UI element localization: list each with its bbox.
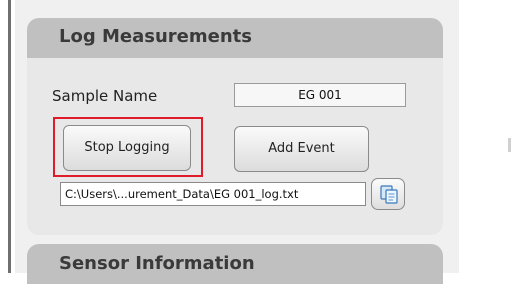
- add-event-button[interactable]: Add Event: [234, 126, 369, 172]
- log-file-path-field[interactable]: C:\Users\...urement_Data\EG 001_log.txt: [60, 182, 366, 206]
- right-pane: [459, 0, 515, 273]
- sensor-information-title: Sensor Information: [59, 253, 255, 274]
- copy-icon: [380, 185, 398, 204]
- left-divider: [8, 0, 11, 273]
- sample-name-label: Sample Name: [52, 87, 158, 105]
- stop-logging-button[interactable]: Stop Logging: [63, 125, 191, 171]
- copy-path-button[interactable]: [371, 178, 405, 210]
- section-title: Log Measurements: [59, 26, 252, 47]
- right-edge-marker: [508, 138, 511, 152]
- sample-name-input[interactable]: [234, 83, 406, 107]
